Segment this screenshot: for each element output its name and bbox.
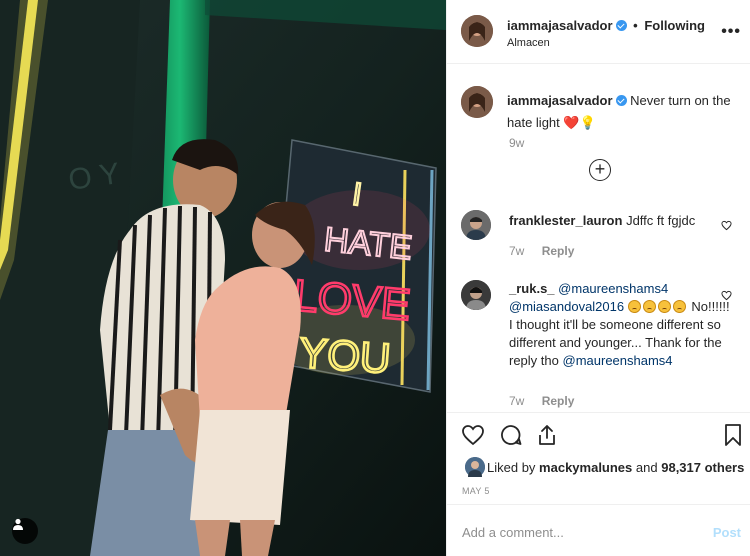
comment-text: Jdffc ft fgjdc bbox=[626, 213, 696, 228]
separator-dot: • bbox=[633, 18, 638, 33]
comment-bubble-icon[interactable] bbox=[499, 423, 523, 447]
neon-word-you: YOU bbox=[298, 329, 392, 382]
comment-timestamp[interactable]: 7w bbox=[509, 394, 524, 408]
reply-button[interactable]: Reply bbox=[542, 244, 575, 258]
verified-icon bbox=[615, 95, 627, 106]
instagram-post: O Y I HATE LOVE YOU iammajasalvador • Fo… bbox=[0, 0, 750, 556]
caption-emoji: ❤️💡 bbox=[563, 115, 596, 130]
share-icon[interactable] bbox=[535, 423, 559, 447]
caption-timestamp[interactable]: 9w bbox=[509, 136, 524, 150]
sad-face-emoji-icon bbox=[672, 300, 686, 313]
liker-username[interactable]: mackymalunes bbox=[539, 460, 632, 475]
mention-link[interactable]: @miasandoval2016 bbox=[509, 299, 624, 314]
photo-illustration: O Y I HATE LOVE YOU bbox=[0, 0, 446, 556]
more-options-icon[interactable]: ••• bbox=[721, 23, 741, 41]
likes-summary: Liked by mackymalunes and 98,317 others bbox=[487, 460, 744, 475]
verified-icon bbox=[615, 20, 627, 31]
post-photo[interactable]: O Y I HATE LOVE YOU bbox=[0, 0, 446, 556]
post-header: iammajasalvador • Following Almacen ••• bbox=[447, 0, 750, 64]
likes-and: and bbox=[635, 460, 658, 475]
following-button[interactable]: Following bbox=[644, 18, 705, 33]
mention-link[interactable]: @maureenshams4 bbox=[558, 281, 668, 296]
comment-timestamp[interactable]: 7w bbox=[509, 244, 524, 258]
mention-link[interactable]: @maureenshams4 bbox=[563, 353, 673, 368]
location-link[interactable]: Almacen bbox=[507, 37, 550, 49]
avatar[interactable] bbox=[461, 280, 491, 310]
liker-avatar[interactable] bbox=[465, 457, 485, 477]
load-more-comments-button[interactable]: + bbox=[589, 159, 611, 181]
like-comment-heart-icon[interactable] bbox=[721, 220, 732, 231]
header-username[interactable]: iammajasalvador bbox=[507, 18, 613, 33]
avatar[interactable] bbox=[461, 15, 493, 47]
add-comment-input[interactable]: Add a comment... bbox=[462, 525, 564, 540]
sad-face-emoji-icon bbox=[657, 300, 671, 313]
sad-face-emoji-icon bbox=[642, 300, 656, 313]
likes-count[interactable]: 98,317 others bbox=[661, 460, 744, 475]
like-heart-icon[interactable] bbox=[461, 423, 485, 447]
avatar[interactable] bbox=[461, 210, 491, 240]
avatar[interactable] bbox=[461, 86, 493, 118]
reply-button[interactable]: Reply bbox=[542, 394, 575, 408]
bookmark-icon[interactable] bbox=[723, 423, 743, 447]
sad-face-emoji-icon bbox=[627, 300, 641, 313]
likes-prefix: Liked by bbox=[487, 460, 536, 475]
post-details-panel: iammajasalvador • Following Almacen ••• … bbox=[446, 0, 750, 556]
svg-text:O Y: O Y bbox=[66, 157, 121, 197]
caption-username[interactable]: iammajasalvador bbox=[507, 93, 613, 108]
post-actions: Liked by mackymalunes and 98,317 others … bbox=[447, 412, 750, 508]
comment-username[interactable]: _ruk.s_ bbox=[509, 281, 555, 296]
post-date[interactable]: MAY 5 bbox=[462, 486, 490, 496]
person-icon bbox=[13, 518, 23, 530]
add-comment-bar: Add a comment... Post bbox=[447, 504, 750, 556]
like-comment-heart-icon[interactable] bbox=[721, 290, 732, 301]
comment-username[interactable]: franklester_lauron bbox=[509, 213, 622, 228]
tagged-user-button[interactable] bbox=[12, 518, 38, 544]
neon-word-love: LOVE bbox=[291, 271, 412, 330]
post-comment-button[interactable]: Post bbox=[713, 525, 741, 540]
